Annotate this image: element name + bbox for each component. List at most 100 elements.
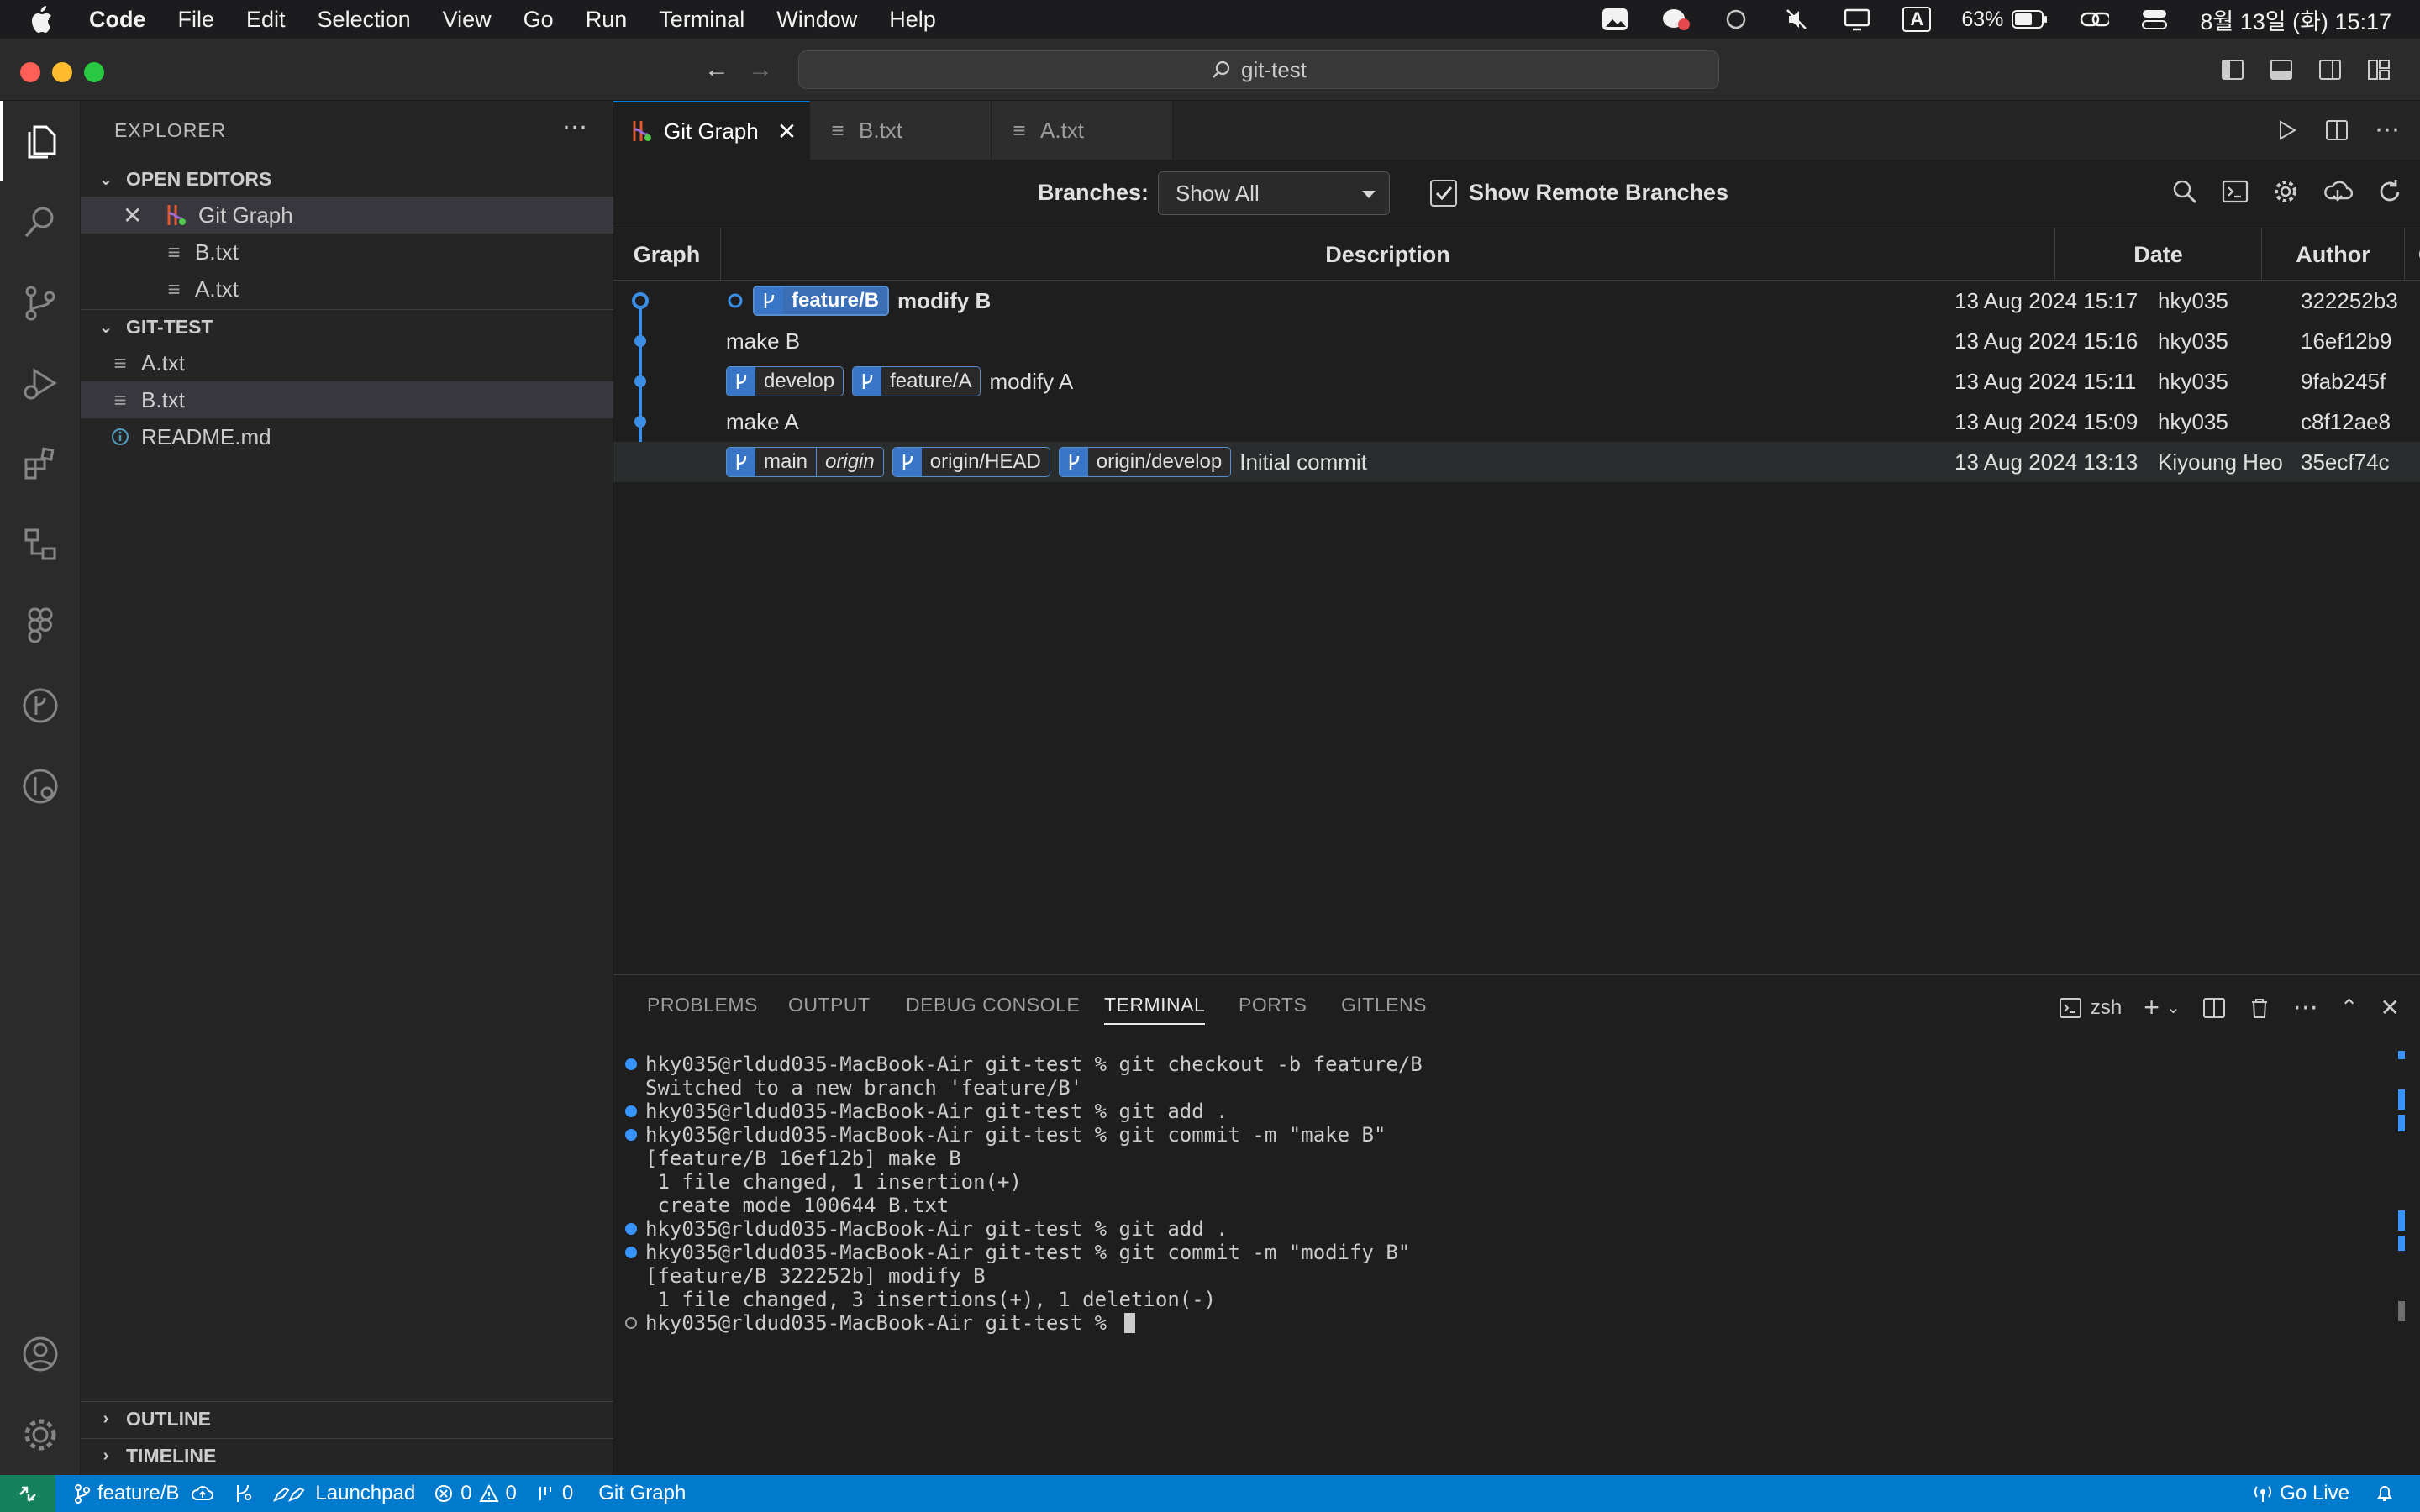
manage-gear-icon[interactable] (0, 1394, 81, 1475)
menu-window[interactable]: Window (776, 7, 857, 33)
more-actions-icon[interactable]: ⋯ (2293, 993, 2318, 1022)
menu-edit[interactable]: Edit (246, 7, 286, 33)
timeline-header[interactable]: › TIMELINE (81, 1438, 613, 1473)
outline-header[interactable]: › OUTLINE (81, 1401, 613, 1436)
fetch-cloud-icon[interactable] (2323, 178, 2353, 205)
battery-status[interactable]: 63% (1961, 8, 2049, 32)
go-back-icon[interactable]: ← (704, 55, 729, 84)
file-a-txt[interactable]: ≡ A.txt (81, 344, 613, 381)
tab-output[interactable]: OUTPUT (788, 994, 871, 1016)
run-icon[interactable] (2274, 118, 2299, 143)
new-terminal-icon[interactable]: + (2144, 992, 2160, 1023)
more-actions-icon[interactable]: ⋯ (2375, 118, 2400, 143)
input-source-icon[interactable]: A (1902, 7, 1932, 32)
show-remote-branches-checkbox[interactable] (1430, 180, 1457, 207)
git-graph-status[interactable]: Git Graph (598, 1482, 686, 1505)
display-tray-icon[interactable] (1842, 7, 1872, 32)
open-editors-header[interactable]: ⌄ OPEN EDITORS (81, 161, 613, 197)
mute-tray-icon[interactable] (1781, 7, 1812, 32)
branch-ref-badge[interactable]: origin/develop (1058, 447, 1232, 477)
trash-icon[interactable] (2248, 996, 2271, 1020)
tab-terminal[interactable]: TERMINAL (1104, 994, 1206, 1025)
show-remote-branches-label[interactable]: Show Remote Branches (1469, 180, 1728, 206)
extensions-icon[interactable] (0, 423, 81, 504)
branches-dropdown[interactable]: Show All (1158, 171, 1390, 215)
open-editor-a-txt[interactable]: ≡ A.txt (81, 270, 613, 307)
customize-layout-icon[interactable] (2366, 57, 2391, 82)
git-graph-status-icon[interactable] (233, 1483, 253, 1504)
branch-ref-badge[interactable]: develop (726, 366, 844, 396)
menu-terminal[interactable]: Terminal (659, 7, 744, 33)
tab-ports[interactable]: PORTS (1239, 994, 1307, 1016)
command-success-marker[interactable] (625, 1247, 637, 1258)
tab-a-txt[interactable]: ≡ A.txt (992, 101, 1173, 160)
tab-gitlens[interactable]: GITLENS (1341, 994, 1427, 1016)
find-icon[interactable] (2171, 178, 2198, 205)
tab-b-txt[interactable]: ≡ B.txt (810, 101, 992, 160)
toggle-secondary-sidebar-icon[interactable] (2317, 57, 2343, 82)
more-actions-icon[interactable]: ⋯ (562, 113, 587, 142)
toggle-panel-icon[interactable] (2269, 57, 2294, 82)
close-editor-icon[interactable]: ✕ (123, 202, 165, 229)
close-panel-icon[interactable]: ✕ (2381, 994, 2400, 1021)
terminal-icon[interactable] (2222, 178, 2249, 205)
branch-ref-badge[interactable]: feature/A (852, 366, 981, 396)
close-tab-icon[interactable]: ✕ (777, 118, 797, 145)
commit-row[interactable]: make B 13 Aug 2024 15:16 hky035 16ef12b9 (613, 321, 2420, 361)
figma-icon[interactable] (0, 585, 81, 665)
chevron-down-icon[interactable]: ⌄ (2166, 997, 2181, 1018)
remote-explorer-icon[interactable] (0, 504, 81, 585)
tab-git-graph[interactable]: Git Graph ✕ (613, 101, 810, 160)
link-tray-icon[interactable] (2079, 7, 2110, 32)
split-editor-icon[interactable] (2324, 118, 2349, 143)
zoom-window-button[interactable] (84, 62, 104, 82)
settings-gear-icon[interactable] (2272, 178, 2299, 205)
menu-run[interactable]: Run (586, 7, 628, 33)
command-pending-marker[interactable] (625, 1317, 637, 1329)
branch-ref-badge[interactable]: main origin (726, 447, 884, 477)
open-editor-b-txt[interactable]: ≡ B.txt (81, 234, 613, 270)
menu-help[interactable]: Help (889, 7, 936, 33)
command-success-marker[interactable] (625, 1105, 637, 1117)
column-date[interactable]: Date (2055, 228, 2262, 281)
toggle-sidebar-icon[interactable] (2220, 57, 2245, 82)
open-editor-git-graph[interactable]: ✕ Git Graph (81, 197, 613, 234)
minimize-window-button[interactable] (52, 62, 72, 82)
tab-debug-console[interactable]: DEBUG CONSOLE (906, 994, 1080, 1016)
git-graph-view-icon[interactable] (0, 665, 81, 746)
refresh-icon[interactable] (2376, 178, 2403, 205)
source-control-icon[interactable] (0, 262, 81, 343)
maximize-panel-icon[interactable]: ⌃ (2340, 995, 2359, 1021)
gitlens-icon[interactable] (0, 746, 81, 827)
control-center-icon[interactable] (2139, 7, 2170, 32)
column-commit[interactable]: Commit (2405, 228, 2420, 281)
tab-problems[interactable]: PROBLEMS (647, 994, 758, 1016)
file-readme-md[interactable]: README.md (81, 418, 613, 455)
menu-selection[interactable]: Selection (318, 7, 411, 33)
column-author[interactable]: Author (2262, 228, 2405, 281)
commit-row[interactable]: feature/B modify B 13 Aug 2024 15:17 hky… (613, 281, 2420, 321)
search-view-icon[interactable] (0, 181, 81, 262)
menu-file[interactable]: File (178, 7, 215, 33)
menu-app[interactable]: Code (89, 7, 146, 33)
problems-status[interactable]: 0 0 (434, 1482, 517, 1505)
chat-tray-icon[interactable] (1660, 7, 1691, 32)
sync-tray-icon[interactable] (1721, 7, 1751, 32)
apple-menu-icon[interactable] (29, 5, 62, 34)
file-b-txt[interactable]: ≡ B.txt (81, 381, 613, 418)
menubar-clock[interactable]: 8월 13일 (화) 15:17 (2200, 3, 2391, 36)
close-window-button[interactable] (20, 62, 40, 82)
explorer-icon[interactable] (0, 101, 81, 181)
terminal-scrollbar[interactable] (2398, 1051, 2405, 1387)
commit-row[interactable]: make A 13 Aug 2024 15:09 hky035 c8f12ae8 (613, 402, 2420, 442)
command-success-marker[interactable] (625, 1129, 637, 1141)
folder-header[interactable]: ⌄ GIT-TEST (81, 309, 613, 344)
branch-ref-badge[interactable]: origin/HEAD (892, 447, 1050, 477)
terminal-shell-selector[interactable]: zsh (2059, 996, 2122, 1020)
terminal-output[interactable]: hky035@rldud035-MacBook-Air git-test % g… (625, 1053, 1423, 1335)
command-success-marker[interactable] (625, 1223, 637, 1235)
go-forward-icon[interactable]: → (748, 55, 773, 84)
run-debug-icon[interactable] (0, 343, 81, 423)
launchpad-status[interactable]: Launchpad (271, 1482, 415, 1505)
column-graph[interactable]: Graph (613, 228, 721, 281)
